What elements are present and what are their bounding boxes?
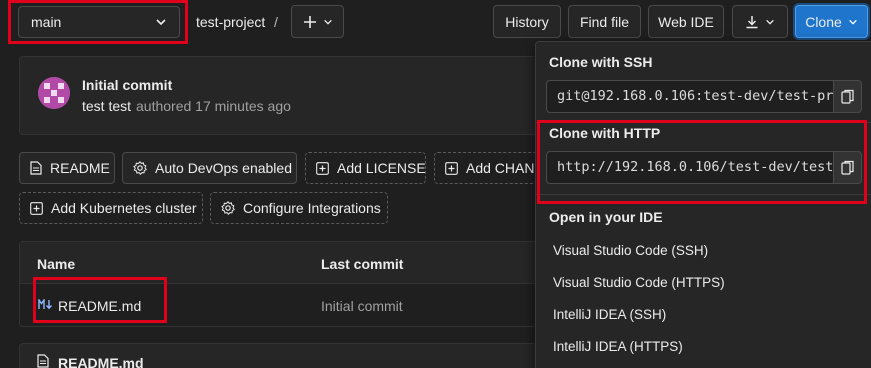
download-icon	[745, 15, 759, 29]
add-license-label: Add LICENSE	[337, 160, 426, 176]
web-ide-button[interactable]: Web IDE	[648, 5, 724, 38]
readme-panel: README.md	[19, 343, 559, 368]
chevron-down-icon	[155, 16, 167, 28]
divider	[536, 194, 871, 195]
file-icon	[30, 161, 42, 175]
commit-meta: authored 17 minutes ago	[136, 98, 291, 114]
clone-dropdown: Clone with SSH git@192.168.0.106:test-de…	[535, 41, 871, 368]
http-url-input[interactable]: http://192.168.0.106/test-dev/test-proje…	[546, 151, 834, 184]
chevron-down-icon	[323, 17, 333, 27]
chevron-down-icon	[765, 17, 775, 27]
settings-icon	[221, 201, 235, 215]
branch-selector[interactable]: main	[18, 6, 180, 38]
breadcrumb-project[interactable]: test-project	[196, 14, 265, 30]
column-header-last-commit: Last commit	[321, 256, 404, 272]
commit-title[interactable]: Initial commit	[82, 77, 172, 93]
file-last-commit[interactable]: Initial commit	[321, 298, 403, 314]
copy-icon	[840, 89, 855, 105]
auto-devops-label: Auto DevOps enabled	[155, 160, 292, 176]
add-menu-button[interactable]	[291, 5, 344, 38]
chevron-down-icon	[848, 17, 858, 27]
column-header-name: Name	[37, 256, 76, 272]
add-kubernetes-label: Add Kubernetes cluster	[51, 200, 197, 216]
configure-integrations-label: Configure Integrations	[243, 200, 381, 216]
copy-ssh-button[interactable]	[833, 80, 862, 113]
readme-button[interactable]: README	[19, 152, 115, 184]
divider	[536, 122, 871, 123]
file-name-link[interactable]: README.md	[58, 298, 141, 314]
last-commit-panel: Initial commit test test authored 17 min…	[19, 56, 559, 135]
commit-author[interactable]: test test	[82, 98, 131, 114]
copy-http-button[interactable]	[833, 151, 862, 184]
clone-http-heading: Clone with HTTP	[549, 125, 661, 141]
ide-item-intellij-https[interactable]: IntelliJ IDEA (HTTPS)	[553, 339, 683, 354]
readme-title: README.md	[58, 355, 144, 368]
configure-integrations-button[interactable]: Configure Integrations	[210, 192, 388, 224]
settings-icon	[133, 161, 147, 175]
find-file-button[interactable]: Find file	[568, 5, 641, 38]
file-icon	[37, 354, 49, 368]
table-row[interactable]: README.md Initial commit	[20, 284, 558, 326]
clone-ssh-heading: Clone with SSH	[549, 54, 653, 70]
readme-button-label: README	[50, 160, 110, 176]
table-header: Name Last commit	[20, 242, 558, 284]
open-in-ide-heading: Open in your IDE	[549, 209, 663, 225]
plus-icon	[303, 15, 317, 29]
ide-item-intellij-ssh[interactable]: IntelliJ IDEA (SSH)	[553, 307, 666, 322]
branch-name: main	[31, 14, 62, 30]
add-kubernetes-button[interactable]: Add Kubernetes cluster	[19, 192, 203, 224]
plus-square-icon	[316, 161, 329, 175]
clone-label: Clone	[805, 13, 842, 30]
ssh-url-input[interactable]: git@192.168.0.106:test-dev/test-project.…	[546, 80, 834, 113]
breadcrumb-separator: /	[274, 14, 278, 30]
plus-square-icon	[30, 201, 43, 215]
markdown-icon	[38, 299, 53, 310]
copy-icon	[840, 160, 855, 176]
history-button[interactable]: History	[493, 5, 561, 38]
download-button[interactable]	[732, 5, 788, 38]
ide-item-vscode-ssh[interactable]: Visual Studio Code (SSH)	[553, 243, 708, 258]
auto-devops-button[interactable]: Auto DevOps enabled	[122, 152, 297, 184]
files-table: Name Last commit README.md Initial commi…	[19, 241, 559, 327]
clone-button[interactable]: Clone	[795, 5, 868, 38]
avatar	[38, 77, 70, 109]
add-license-button[interactable]: Add LICENSE	[305, 152, 426, 184]
plus-square-icon	[445, 161, 458, 175]
ide-item-vscode-https[interactable]: Visual Studio Code (HTTPS)	[553, 275, 725, 290]
